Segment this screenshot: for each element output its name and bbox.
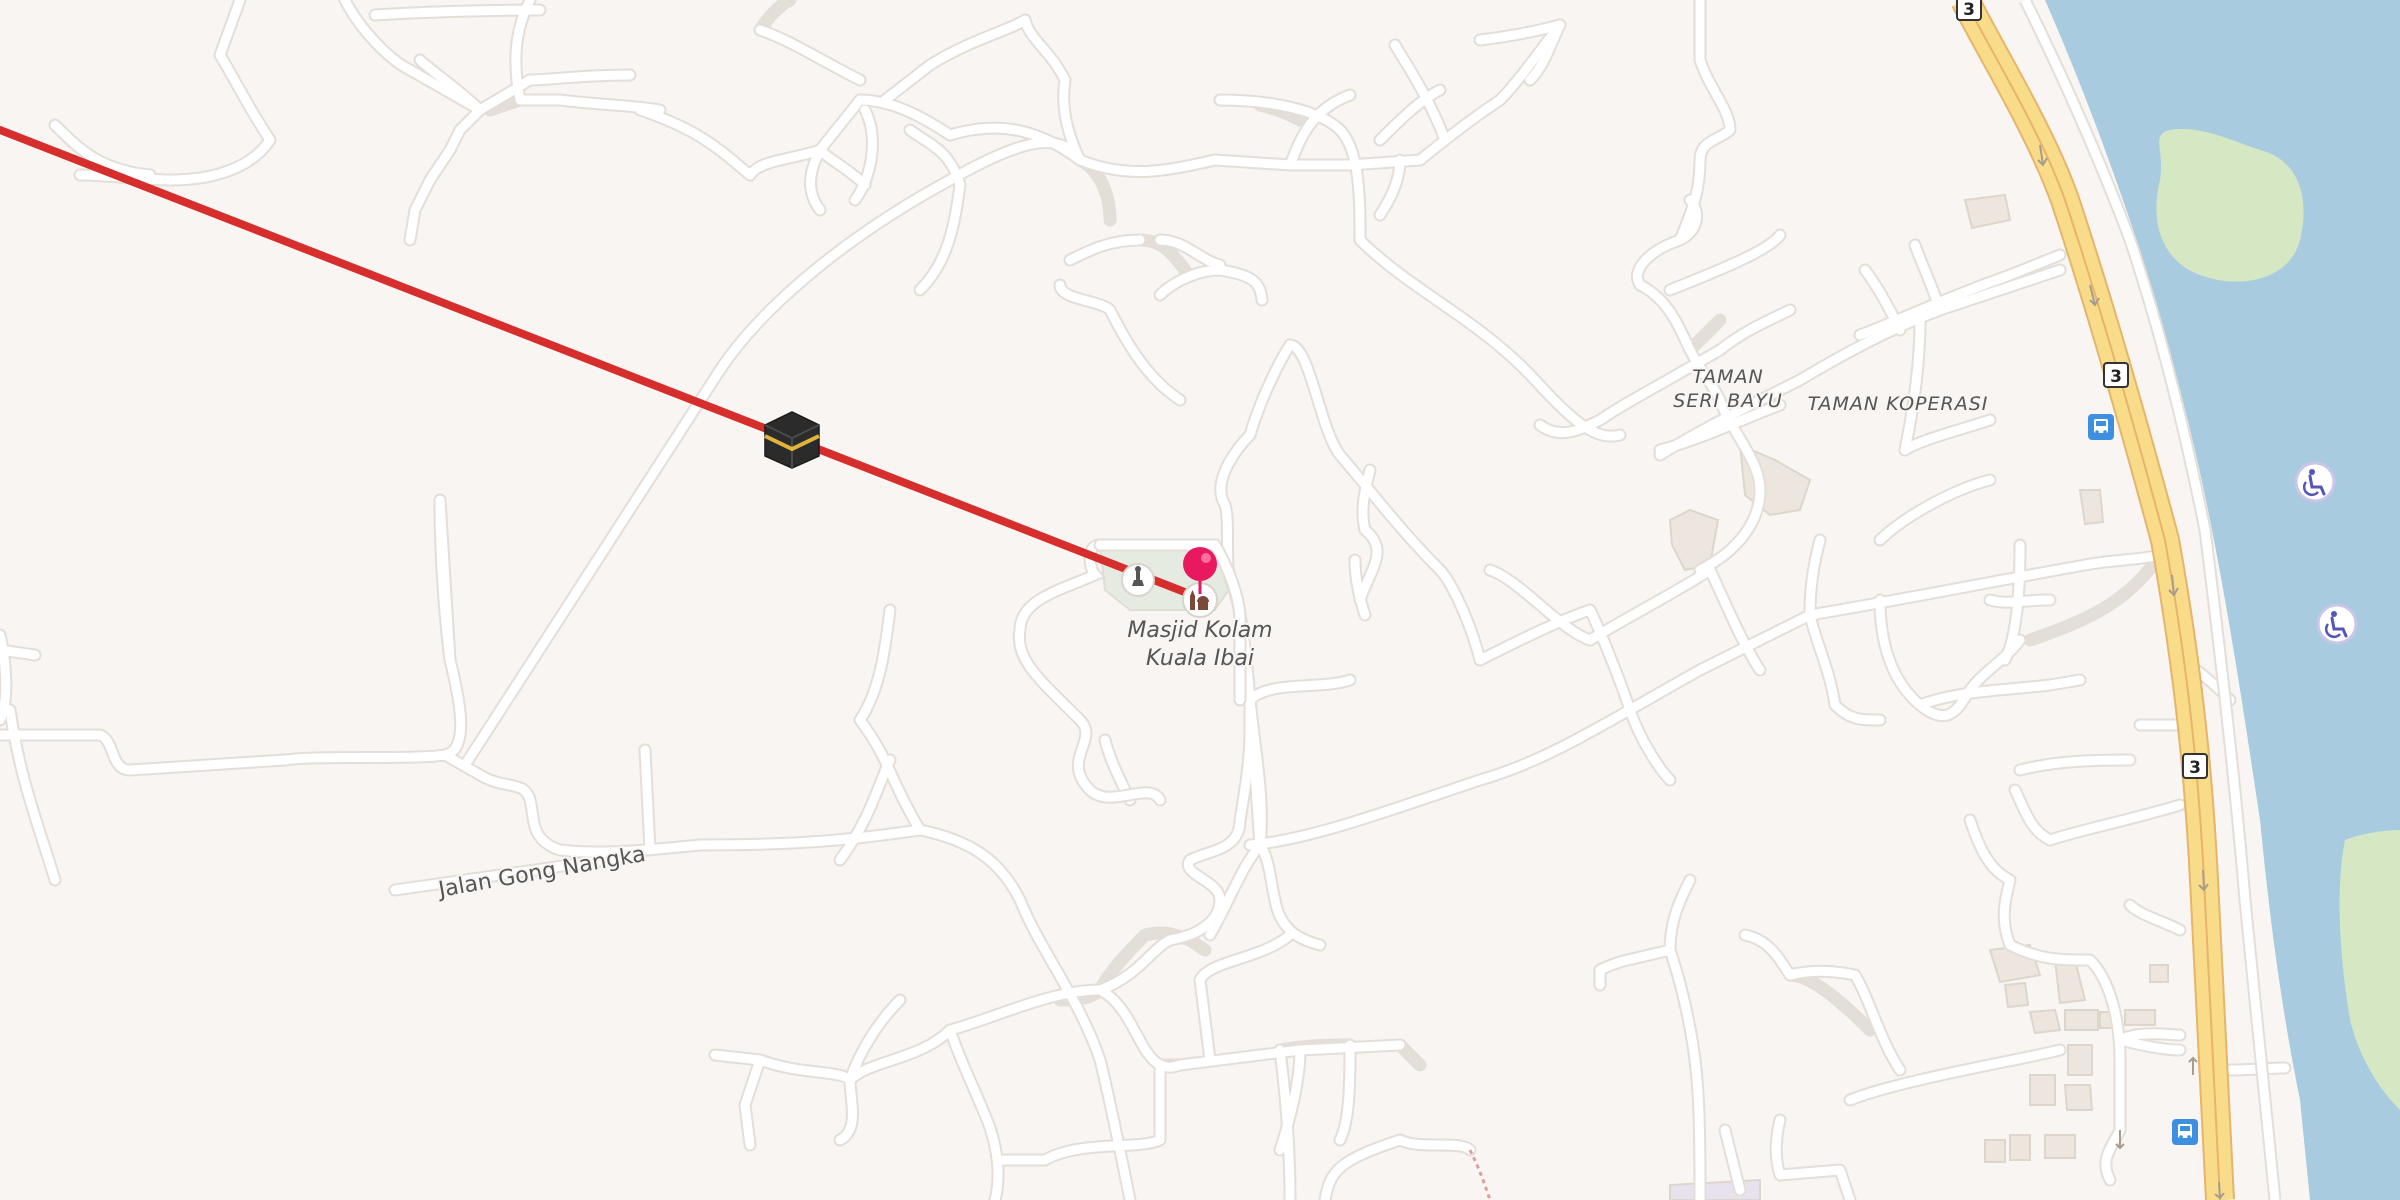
poi-name-line1: Masjid Kolam <box>1127 618 1272 643</box>
fountain-icon <box>1121 563 1155 597</box>
map-canvas[interactable]: 3 3 3 Masjid Kolam Kuala Ibai Jalan Gong… <box>0 0 2400 1200</box>
area-label-taman-koperasi: TAMAN KOPERASI <box>1808 393 1989 415</box>
route-shield: 3 <box>1956 0 1982 21</box>
wheelchair-icon[interactable] <box>2294 461 2336 503</box>
bus-stop-icon[interactable] <box>2172 1119 2198 1145</box>
area-label-taman-seri-bayu-line1: TAMAN <box>1692 366 1763 388</box>
svg-text:3: 3 <box>1963 0 1975 20</box>
route-shield: 3 <box>2103 362 2129 388</box>
wheelchair-icon[interactable] <box>2316 603 2358 645</box>
svg-text:3: 3 <box>2189 758 2201 778</box>
svg-text:3: 3 <box>2110 367 2122 387</box>
kaaba-icon[interactable] <box>764 411 820 469</box>
route-shield: 3 <box>2182 753 2208 779</box>
area-label-taman-seri-bayu-line2: SERI BAYU <box>1673 390 1782 412</box>
poi-name-line2: Kuala Ibai <box>1146 646 1254 671</box>
bus-stop-icon[interactable] <box>2088 414 2114 440</box>
